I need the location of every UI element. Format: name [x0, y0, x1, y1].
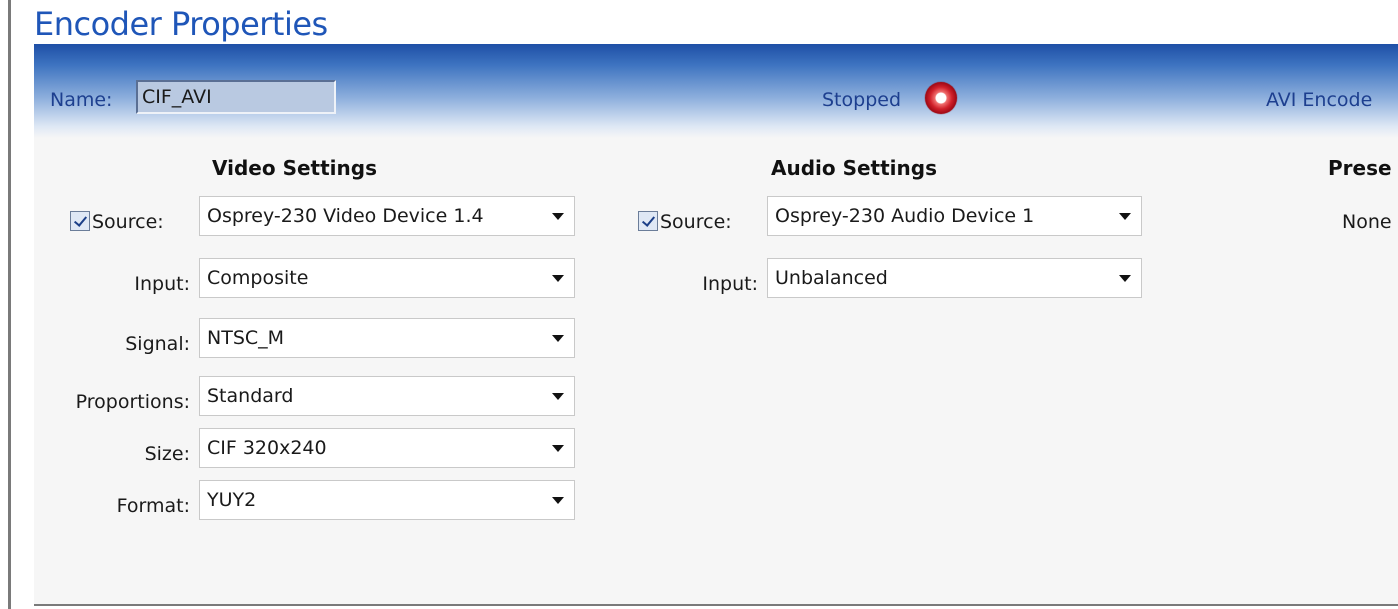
presets-title: Prese: [1328, 156, 1392, 180]
video-source-value: Osprey-230 Video Device 1.4: [207, 205, 484, 227]
video-proportions-value: Standard: [207, 385, 294, 407]
video-proportions-label: Proportions:: [75, 391, 190, 413]
encoder-type-label: AVI Encode: [1266, 89, 1373, 111]
audio-input-dropdown[interactable]: Unbalanced: [767, 258, 1142, 298]
video-input-value: Composite: [207, 267, 309, 289]
audio-input-value: Unbalanced: [775, 267, 888, 289]
chevron-down-icon: [552, 275, 564, 282]
status-light-icon: [925, 82, 957, 114]
chevron-down-icon: [552, 445, 564, 452]
video-source-checkbox[interactable]: [70, 211, 90, 231]
chevron-down-icon: [552, 497, 564, 504]
video-input-dropdown[interactable]: Composite: [199, 258, 575, 298]
encoder-panel: Name: Stopped AVI Encode Video Settings …: [34, 44, 1398, 606]
chevron-down-icon: [1119, 275, 1131, 282]
audio-source-value: Osprey-230 Audio Device 1: [775, 205, 1035, 227]
presets-value: None: [1342, 211, 1392, 233]
video-input-label: Input:: [134, 273, 190, 295]
video-format-dropdown[interactable]: YUY2: [199, 480, 575, 520]
audio-input-label: Input:: [702, 273, 758, 295]
header-bar: Name: Stopped AVI Encode: [34, 44, 1398, 138]
audio-source-label: Source:: [660, 211, 732, 233]
chevron-down-icon: [1119, 213, 1131, 220]
video-format-value: YUY2: [207, 489, 257, 511]
name-label: Name:: [50, 89, 113, 111]
audio-source-dropdown[interactable]: Osprey-230 Audio Device 1: [767, 196, 1142, 236]
name-input[interactable]: [136, 80, 336, 114]
video-signal-dropdown[interactable]: NTSC_M: [199, 318, 575, 358]
page-title: Encoder Properties: [34, 5, 328, 43]
video-size-dropdown[interactable]: CIF 320x240: [199, 428, 575, 468]
chevron-down-icon: [552, 213, 564, 220]
chevron-down-icon: [552, 335, 564, 342]
video-format-label: Format:: [116, 495, 190, 517]
video-size-value: CIF 320x240: [207, 437, 327, 459]
video-signal-value: NTSC_M: [207, 327, 285, 349]
video-settings-title: Video Settings: [212, 156, 377, 180]
status-text: Stopped: [822, 89, 902, 111]
video-proportions-dropdown[interactable]: Standard: [199, 376, 575, 416]
audio-settings-title: Audio Settings: [771, 156, 937, 180]
audio-source-checkbox[interactable]: [638, 211, 658, 231]
left-border: [8, 0, 11, 609]
video-signal-label: Signal:: [125, 333, 190, 355]
video-source-dropdown[interactable]: Osprey-230 Video Device 1.4: [199, 196, 575, 236]
chevron-down-icon: [552, 393, 564, 400]
video-size-label: Size:: [144, 443, 190, 465]
video-source-label: Source:: [92, 211, 164, 233]
